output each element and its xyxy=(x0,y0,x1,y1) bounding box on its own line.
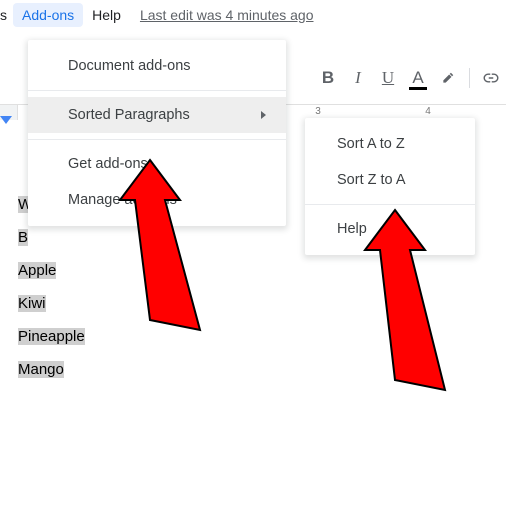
menu-label: Sorted Paragraphs xyxy=(68,107,190,123)
menubar: s Add-ons Help Last edit was 4 minutes a… xyxy=(0,0,506,30)
menu-label: Manage add-ons xyxy=(68,192,177,208)
highlight-button[interactable] xyxy=(433,63,463,93)
chevron-right-icon xyxy=(261,111,266,119)
submenu-sort-az[interactable]: Sort A to Z xyxy=(305,126,475,162)
menu-sorted-paragraphs[interactable]: Sorted Paragraphs xyxy=(28,97,286,133)
doc-text: B xyxy=(18,229,28,246)
text-color-button[interactable]: A xyxy=(403,63,433,93)
ruler-mark-3: 3 xyxy=(315,106,321,117)
menubar-item-cut[interactable]: s xyxy=(0,3,13,27)
menu-separator xyxy=(28,90,286,91)
menubar-item-addons[interactable]: Add-ons xyxy=(13,3,83,27)
bold-button[interactable]: B xyxy=(313,63,343,93)
menu-separator xyxy=(28,139,286,140)
menu-label: Document add-ons xyxy=(68,58,191,74)
addons-dropdown: Document add-ons Sorted Paragraphs Get a… xyxy=(28,40,286,226)
menu-get-addons[interactable]: Get add-ons xyxy=(28,146,286,182)
sorted-paragraphs-submenu: Sort A to Z Sort Z to A Help xyxy=(305,118,475,255)
menu-label: Get add-ons xyxy=(68,156,148,172)
doc-text: Apple xyxy=(18,262,56,279)
doc-text: Kiwi xyxy=(18,295,46,312)
submenu-help[interactable]: Help xyxy=(305,211,475,247)
menu-document-addons[interactable]: Document add-ons xyxy=(28,48,286,84)
last-edit-link[interactable]: Last edit was 4 minutes ago xyxy=(140,7,314,23)
doc-text: Mango xyxy=(18,361,64,378)
toolbar-separator xyxy=(469,68,470,88)
format-toolbar: B I U A xyxy=(313,60,506,96)
menubar-item-help[interactable]: Help xyxy=(83,3,130,27)
highlighter-icon xyxy=(441,71,455,85)
indent-marker-icon[interactable] xyxy=(0,116,12,124)
submenu-sort-za[interactable]: Sort Z to A xyxy=(305,162,475,198)
link-icon xyxy=(482,69,500,87)
ruler-mark-4: 4 xyxy=(425,106,431,117)
menu-separator xyxy=(305,204,475,205)
italic-button[interactable]: I xyxy=(343,63,373,93)
insert-link-button[interactable] xyxy=(476,63,506,93)
doc-text: Pineapple xyxy=(18,328,85,345)
menu-manage-addons[interactable]: Manage add-ons xyxy=(28,182,286,218)
underline-button[interactable]: U xyxy=(373,63,403,93)
